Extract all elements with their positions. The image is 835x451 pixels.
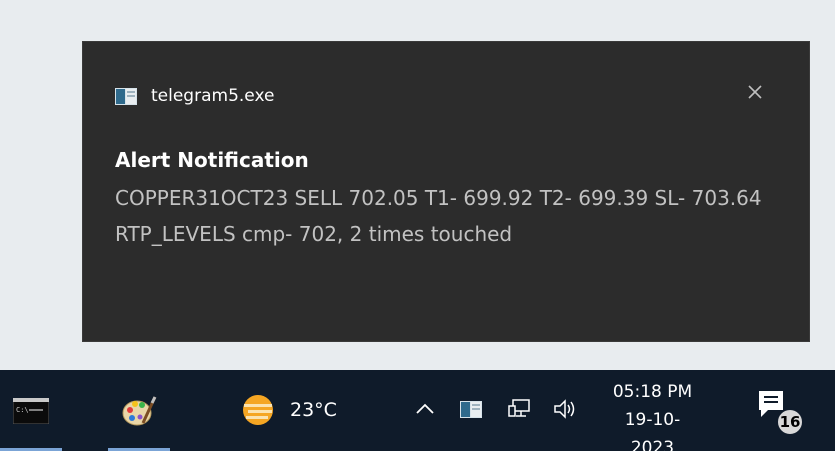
- weather-widget[interactable]: 23°C: [238, 390, 337, 430]
- taskbar: C:\ 23°C 05:18 PM 19-10-2023 16: [0, 370, 835, 451]
- notification-count-badge: 16: [776, 408, 804, 436]
- network-icon[interactable]: [508, 397, 532, 421]
- toast-body: COPPER31OCT23 SELL 702.05 T1- 699.92 T2-…: [115, 186, 762, 246]
- taskbar-paint[interactable]: [108, 370, 170, 451]
- weather-temperature: 23°C: [290, 399, 337, 421]
- desktop: telegram5.exe Alert Notification COPPER3…: [0, 0, 835, 451]
- paint-palette-icon: [122, 395, 157, 425]
- clock-time: 05:18 PM: [612, 382, 693, 402]
- notification-center-button[interactable]: 16: [756, 388, 806, 438]
- close-icon: [748, 85, 762, 99]
- command-prompt-icon: C:\: [13, 397, 49, 424]
- clock-date: 19-10-2023: [624, 410, 681, 451]
- toast-header: telegram5.exe: [115, 86, 274, 106]
- volume-icon[interactable]: [553, 397, 579, 421]
- taskbar-command-prompt[interactable]: C:\: [0, 370, 62, 451]
- show-hidden-icons-chevron-icon[interactable]: [414, 398, 436, 420]
- telegram-tray-icon[interactable]: [460, 401, 482, 418]
- telegram-app-icon: [115, 87, 137, 105]
- toast-notification[interactable]: telegram5.exe Alert Notification COPPER3…: [82, 41, 810, 342]
- close-button[interactable]: [743, 80, 767, 104]
- clock[interactable]: 05:18 PM 19-10-2023: [605, 378, 700, 451]
- svg-text:C:\: C:\: [16, 406, 29, 414]
- toast-title: Alert Notification: [115, 148, 309, 172]
- sun-haze-icon: [243, 395, 273, 425]
- toast-app-name: telegram5.exe: [151, 86, 275, 106]
